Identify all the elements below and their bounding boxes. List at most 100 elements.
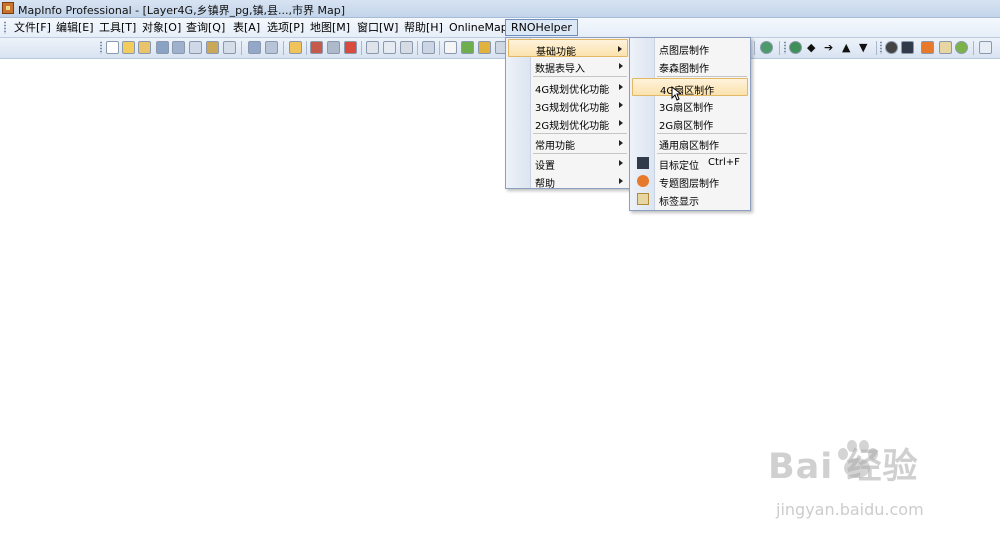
- menu-item-label-display[interactable]: 标签显示: [632, 190, 748, 208]
- menu-separator: [533, 76, 627, 77]
- menu-item-common-functions[interactable]: 常用功能: [508, 134, 628, 152]
- paste-icon[interactable]: [400, 41, 413, 54]
- menu-item-voronoi[interactable]: 泰森图制作: [632, 57, 748, 75]
- menu-item-label: 3G规划优化功能: [535, 103, 610, 114]
- open-table-icon[interactable]: [122, 41, 135, 54]
- main-toolbar: ◆ ➔ ▲ ▼: [0, 38, 1000, 59]
- menu-item-label: 帮助: [535, 179, 555, 190]
- menu-item-data-import[interactable]: 数据表导入: [508, 57, 628, 75]
- new-table-icon[interactable]: [106, 41, 119, 54]
- menu-tools[interactable]: 工具[T]: [97, 20, 138, 35]
- undo-icon[interactable]: [422, 41, 435, 54]
- label-tag-icon[interactable]: [939, 41, 952, 54]
- label-tag-icon: [637, 193, 649, 205]
- menu-map[interactable]: 地图[M]: [308, 20, 352, 35]
- pan-up-icon[interactable]: ▲: [842, 41, 850, 54]
- menu-item-generic-sector[interactable]: 通用扇区制作: [632, 134, 748, 152]
- print-preview-icon[interactable]: [310, 41, 323, 54]
- toolbar-separator: [973, 41, 974, 55]
- menu-item-point-layer[interactable]: 点图层制作: [632, 39, 748, 57]
- find-icon[interactable]: [206, 41, 219, 54]
- line-tool-icon[interactable]: [979, 41, 992, 54]
- menu-query[interactable]: 查询[Q]: [184, 20, 227, 35]
- toolbar-separator: [361, 41, 362, 55]
- menu-item-label: 4G规划优化功能: [535, 85, 610, 96]
- graph-icon[interactable]: [461, 41, 474, 54]
- toolbar-separator: [306, 41, 307, 55]
- menu-item-theme-layer[interactable]: 专题图层制作: [632, 172, 748, 190]
- theme-map-icon[interactable]: [921, 41, 934, 54]
- theme-map-icon: [637, 175, 649, 187]
- folder-icon[interactable]: [289, 41, 302, 54]
- browser-icon[interactable]: [444, 41, 457, 54]
- menu-item-help[interactable]: 帮助: [508, 172, 628, 190]
- pan-down-icon[interactable]: ▼: [859, 41, 867, 54]
- menu-item-label: 2G规划优化功能: [535, 121, 610, 132]
- toolbar-separator: [876, 41, 877, 55]
- pan-right-icon[interactable]: ➔: [824, 41, 833, 54]
- save-workspace-icon[interactable]: [172, 41, 185, 54]
- menu-objects[interactable]: 对象[O]: [140, 20, 183, 35]
- mouse-cursor-icon: [671, 86, 681, 101]
- chart-icon[interactable]: [478, 41, 491, 54]
- submenu-arrow-icon: [619, 102, 623, 108]
- menu-item-label: 基础功能: [536, 47, 576, 58]
- menu-item-label: 目标定位: [659, 161, 699, 172]
- menu-file[interactable]: 文件[F]: [12, 20, 53, 35]
- target-locate-icon[interactable]: [901, 41, 914, 54]
- menu-rnohelper[interactable]: RNOHelper: [505, 19, 578, 36]
- pan-left-icon[interactable]: ◆: [807, 41, 815, 54]
- copy-icon[interactable]: [383, 41, 396, 54]
- menu-item-target-locate[interactable]: 目标定位 Ctrl+F: [632, 154, 748, 172]
- open-workspace-icon[interactable]: [138, 41, 151, 54]
- menu-item-3g-planning[interactable]: 3G规划优化功能: [508, 96, 628, 114]
- menu-item-label: 常用功能: [535, 141, 575, 152]
- toolbar-grip[interactable]: [100, 41, 102, 54]
- menubar-grip[interactable]: [4, 21, 6, 34]
- save-icon[interactable]: [248, 41, 261, 54]
- toolbar-separator: [417, 41, 418, 55]
- menu-item-4g-planning[interactable]: 4G规划优化功能: [508, 78, 628, 96]
- basic-functions-submenu: 点图层制作 泰森图制作 4G扇区制作 3G扇区制作 2G扇区制作 通用扇区制作 …: [629, 37, 751, 211]
- submenu-arrow-icon: [619, 84, 623, 90]
- menu-help[interactable]: 帮助[H]: [402, 20, 445, 35]
- menu-item-3g-sector[interactable]: 3G扇区制作: [632, 96, 748, 114]
- export-pdf-icon[interactable]: [344, 41, 357, 54]
- toolbar-grip[interactable]: [880, 41, 882, 54]
- save-copy-icon[interactable]: [189, 41, 202, 54]
- toolbar-separator: [779, 41, 780, 55]
- menu-item-basic-functions[interactable]: 基础功能: [508, 39, 628, 58]
- print-icon[interactable]: [327, 41, 340, 54]
- menu-table[interactable]: 表[A]: [231, 20, 262, 35]
- submenu-arrow-icon: [619, 140, 623, 146]
- save-table-icon[interactable]: [156, 41, 169, 54]
- submenu-arrow-icon: [619, 120, 623, 126]
- menu-options[interactable]: 选项[P]: [265, 20, 306, 35]
- save-as-icon[interactable]: [265, 41, 278, 54]
- menu-item-label: 点图层制作: [659, 46, 709, 57]
- menu-item-label: 标签显示: [659, 197, 699, 208]
- mapinfo-app-icon[interactable]: [2, 2, 14, 14]
- menu-item-label: 设置: [535, 161, 555, 172]
- sector-tool-icon[interactable]: [885, 41, 898, 54]
- menu-onlinemap[interactable]: OnlineMap: [447, 20, 510, 35]
- info-icon[interactable]: [955, 41, 968, 54]
- menu-item-label: 泰森图制作: [659, 64, 709, 75]
- toolbar-grip[interactable]: [784, 41, 786, 54]
- menu-item-2g-sector[interactable]: 2G扇区制作: [632, 114, 748, 132]
- menu-window[interactable]: 窗口[W]: [355, 20, 400, 35]
- world-map-icon[interactable]: [789, 41, 802, 54]
- menu-edit[interactable]: 编辑[E]: [54, 20, 96, 35]
- menu-item-2g-planning[interactable]: 2G规划优化功能: [508, 114, 628, 132]
- globe-icon[interactable]: [760, 41, 773, 54]
- submenu-arrow-icon: [619, 63, 623, 69]
- rnohelper-dropdown: 基础功能 数据表导入 4G规划优化功能 3G规划优化功能 2G规划优化功能 常用…: [505, 37, 631, 190]
- find-selection-icon[interactable]: [223, 41, 236, 54]
- menu-item-4g-sector[interactable]: 4G扇区制作: [632, 78, 748, 97]
- menu-item-settings[interactable]: 设置: [508, 154, 628, 172]
- submenu-arrow-icon: [618, 46, 622, 52]
- cut-icon[interactable]: [366, 41, 379, 54]
- toolbar-separator: [241, 41, 242, 55]
- toolbar-separator: [754, 41, 755, 55]
- target-icon: [637, 157, 649, 169]
